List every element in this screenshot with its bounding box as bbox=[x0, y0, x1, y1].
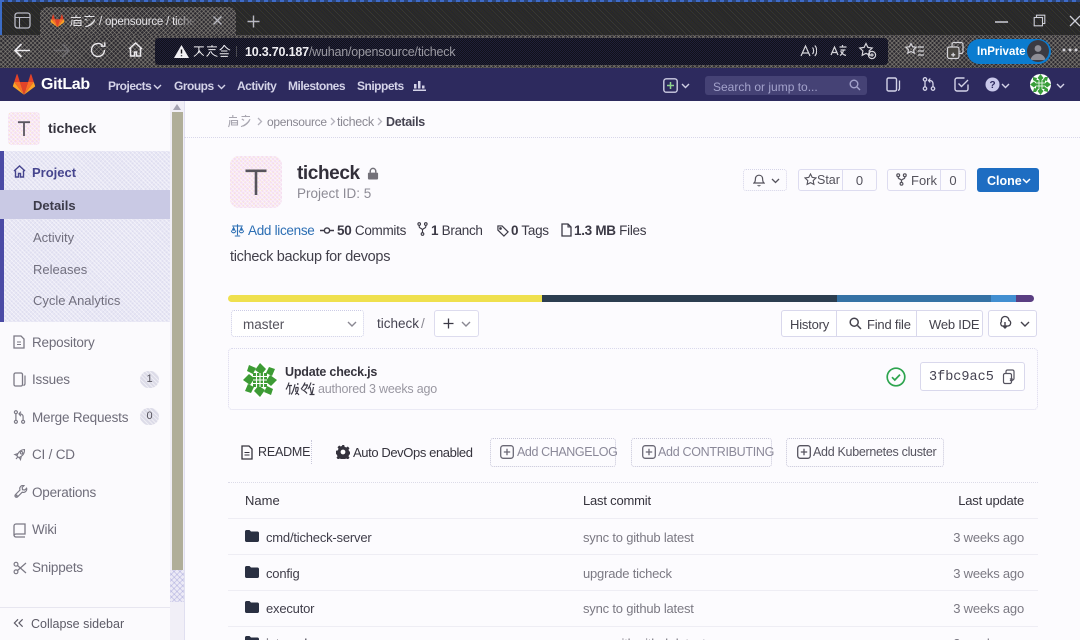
svg-text:?: ? bbox=[989, 80, 995, 91]
